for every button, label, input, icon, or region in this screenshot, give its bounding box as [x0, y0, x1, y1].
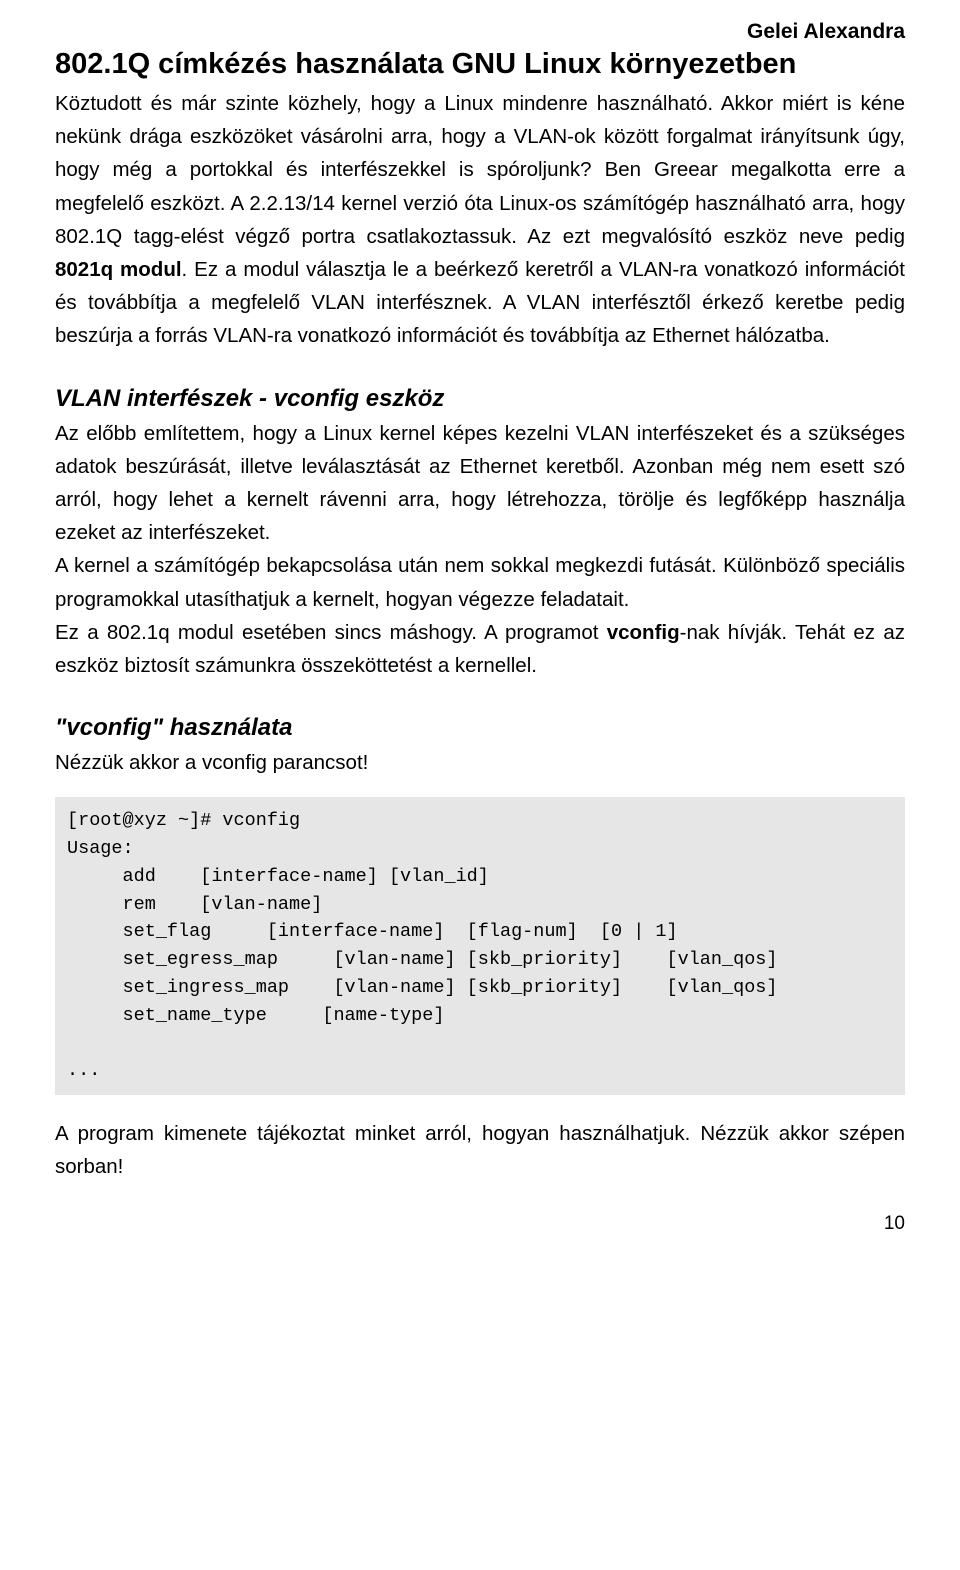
intro-text-b: . Ez a modul választja le a beérkező ker…	[55, 258, 905, 347]
section2-paragraph-c: Ez a 802.1q modul esetében sincs máshogy…	[55, 616, 905, 682]
module-name-bold: 8021q modul	[55, 258, 182, 281]
page-number: 10	[55, 1213, 905, 1235]
section2-paragraph-a: Az előbb említettem, hogy a Linux kernel…	[55, 417, 905, 550]
section3-paragraph: Nézzük akkor a vconfig parancsot!	[55, 746, 905, 779]
author-name: Gelei Alexandra	[55, 20, 905, 44]
code-block-vconfig: [root@xyz ~]# vconfig Usage: add [interf…	[55, 797, 905, 1095]
intro-paragraph: Köztudott és már szinte közhely, hogy a …	[55, 87, 905, 353]
section-heading-vconfig: VLAN interfészek - vconfig eszköz	[55, 385, 905, 413]
section2-paragraph-b: A kernel a számítógép bekapcsolása után …	[55, 549, 905, 615]
section-heading-usage: "vconfig" használata	[55, 714, 905, 742]
page-title: 802.1Q címkézés használata GNU Linux kör…	[55, 48, 905, 81]
vconfig-bold: vconfig	[607, 621, 680, 644]
section2-text-before: Ez a 802.1q modul esetében sincs máshogy…	[55, 621, 607, 644]
intro-text-a: Köztudott és már szinte közhely, hogy a …	[55, 92, 905, 248]
closing-paragraph: A program kimenete tájékoztat minket arr…	[55, 1117, 905, 1183]
